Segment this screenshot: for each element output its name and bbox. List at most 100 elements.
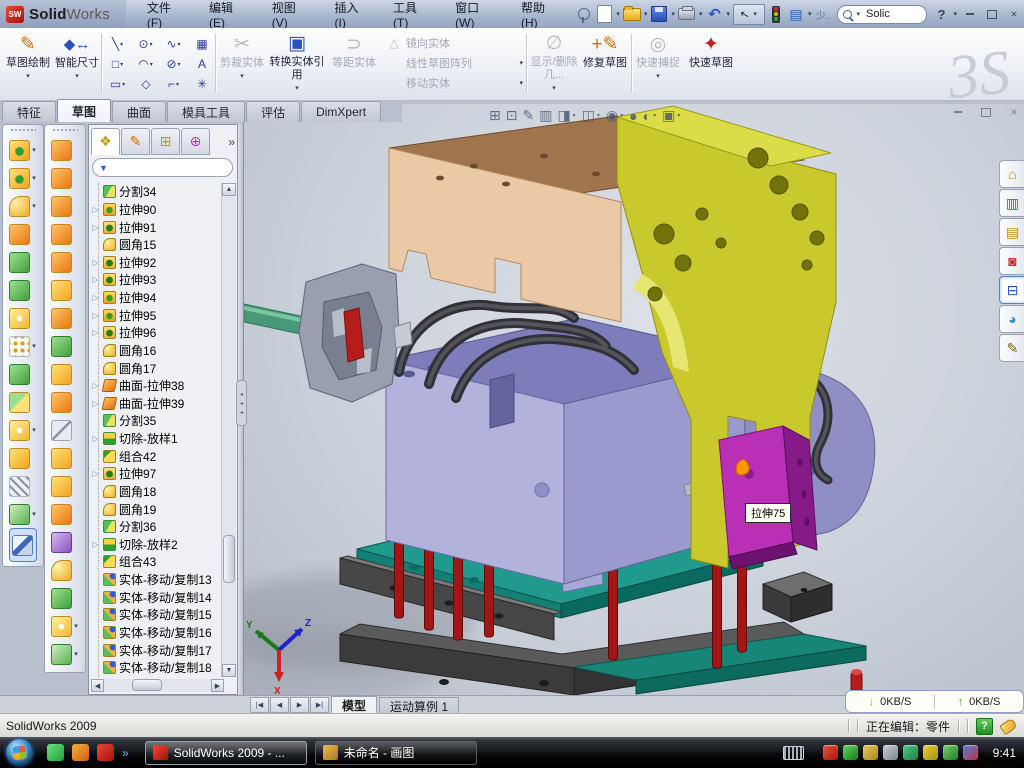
search-box[interactable]: ▾	[837, 5, 927, 24]
network-warning-icon[interactable]	[923, 745, 938, 760]
solidworks-quicklaunch-icon[interactable]	[97, 744, 114, 761]
fillet-icon[interactable]: ▾	[9, 192, 37, 220]
mirror-entities-button[interactable]: △镜向实体	[386, 33, 524, 53]
revolved-surface-icon[interactable]: ▾	[51, 164, 79, 192]
print-icon[interactable]	[678, 5, 696, 23]
expander-icon[interactable]: ▷	[91, 293, 100, 302]
doc-close-button[interactable]: ×	[1004, 104, 1024, 120]
tree-item[interactable]: ▷ 拉伸91	[91, 218, 223, 236]
selection-box-icon[interactable]: ▦▾	[188, 34, 216, 54]
tree-item[interactable]: ▷ 实体-移动/复制16	[91, 624, 223, 642]
taskbar-task-button[interactable]: 未命名 - 画图	[315, 741, 477, 765]
rapid-sketch-button[interactable]: ✦ 快速草图	[686, 31, 736, 95]
trim-entities-button[interactable]: ✂ 剪裁实体▾	[219, 31, 265, 95]
graphics-area[interactable]: Y Z X ⊞▾⊡▾✎▾▥▾◨▾◫▾◉▾●▾◐▾▣▾ ⌂▥▤◙⊟◕✎ 拉伸75	[243, 104, 1024, 695]
extruded-cut-icon[interactable]: ▾	[9, 164, 37, 192]
doc-minimize-button[interactable]	[948, 104, 968, 120]
extruded-boss-icon[interactable]: ▾	[9, 136, 37, 164]
scroll-up-icon[interactable]: ▲	[222, 183, 236, 196]
repair-sketch-button[interactable]: +✎ 修复草图	[582, 31, 628, 95]
tree-item[interactable]: ▷ 曲面-拉伸38	[91, 377, 223, 395]
display-delete-relations-button[interactable]: ∅ 显示/删除几...▾	[529, 31, 579, 95]
document-tab[interactable]: 模型	[331, 696, 377, 714]
polygon-icon[interactable]: ◇▾	[132, 74, 160, 94]
media-icon[interactable]	[72, 744, 89, 761]
rib-icon[interactable]: ▾	[9, 220, 37, 248]
toolbar-grip[interactable]	[52, 128, 78, 133]
cylinder-surface-icon[interactable]: ▾	[51, 584, 79, 612]
open-file-icon[interactable]	[623, 5, 641, 23]
annotations-icon[interactable]: ▣▾	[662, 107, 681, 124]
expander-icon[interactable]: ▷	[91, 205, 100, 214]
defender-icon[interactable]	[943, 745, 958, 760]
quick-snaps-button[interactable]: ◎ 快速捕捉▾	[634, 31, 682, 95]
options-icon[interactable]: ▤	[787, 5, 805, 23]
quick-launch-overflow[interactable]: »	[122, 746, 129, 760]
appearances-scenes-icon[interactable]: ◕	[999, 305, 1024, 333]
input-method-icon[interactable]	[783, 746, 804, 760]
ribbon-tab[interactable]: DimXpert	[301, 101, 381, 122]
file-explorer-icon[interactable]: ▤	[999, 218, 1024, 246]
ribbon-tab[interactable]: 曲面	[112, 101, 166, 122]
shell-icon[interactable]: ▾	[9, 248, 37, 276]
section-view-icon[interactable]: ▥▾	[539, 107, 552, 124]
circle-icon[interactable]: ⊙▾	[132, 34, 160, 54]
signal-icon[interactable]	[903, 745, 918, 760]
expander-icon[interactable]: ▷	[91, 275, 100, 284]
home-icon[interactable]: ⌂	[999, 160, 1024, 188]
reference-geometry-icon[interactable]: ▾	[9, 416, 37, 444]
minimize-button[interactable]	[960, 6, 980, 22]
tree-item[interactable]: ▷ 实体-移动/复制15	[91, 606, 223, 624]
volume-icon[interactable]	[883, 745, 898, 760]
tree-item[interactable]: ▷ 分割35	[91, 412, 223, 430]
tree-item[interactable]: ▷ 拉伸95	[91, 306, 223, 324]
tree-item[interactable]: ▷ 组合42	[91, 447, 223, 465]
antivirus-icon[interactable]	[823, 745, 838, 760]
rectangle-icon[interactable]: □▾	[104, 54, 132, 74]
solidworks-resources-icon[interactable]: ◙	[999, 247, 1024, 275]
restore-button[interactable]	[982, 6, 1002, 22]
prev-tab-button[interactable]: ◀	[270, 697, 289, 713]
badge-icon[interactable]	[863, 745, 878, 760]
first-tab-button[interactable]: |◀	[250, 697, 269, 713]
curves-icon[interactable]: ▾	[51, 640, 79, 668]
lofted-surface-icon[interactable]: ▾	[51, 192, 79, 220]
view-palette-icon[interactable]: ⊟	[999, 276, 1024, 304]
help-icon[interactable]: ?	[932, 5, 950, 23]
curves-icon[interactable]: ▾	[9, 500, 37, 528]
pan-icon[interactable]: ✎▾	[522, 107, 534, 124]
smart-dimension-button[interactable]: ◆↔ 智能尺寸▾	[54, 31, 100, 95]
instant3d-icon[interactable]: ▾	[9, 528, 37, 562]
curve-through-points-icon[interactable]: ▾	[9, 472, 37, 500]
tree-item[interactable]: ▷ 圆角15	[91, 236, 223, 254]
ellipse-icon[interactable]: ⊘▾	[160, 54, 188, 74]
hscroll-thumb[interactable]	[132, 679, 162, 691]
pin-icon[interactable]	[575, 5, 593, 23]
tree-item[interactable]: ▷ 分割34	[91, 183, 223, 201]
filter-input[interactable]	[112, 161, 226, 175]
tree-item[interactable]: ▷ 实体-移动/复制17	[91, 641, 223, 659]
select-tool[interactable]: ↖▾	[733, 4, 765, 25]
scroll-right-icon[interactable]: ▶	[211, 679, 224, 692]
arc-icon[interactable]: ◠▾	[132, 54, 160, 74]
menu-item[interactable]: 视图(V)	[259, 0, 322, 28]
trim-surface-icon[interactable]: ▾	[51, 500, 79, 528]
knit-surface-icon[interactable]: ▾	[51, 528, 79, 556]
taskbar-task-button[interactable]: SolidWorks 2009 - ...	[145, 741, 307, 765]
tabs-overflow-button[interactable]: »	[228, 128, 235, 155]
thicken-icon[interactable]: ▾	[51, 360, 79, 388]
move-body-icon[interactable]: ▾	[9, 388, 37, 416]
menu-item[interactable]: 窗口(W)	[442, 0, 508, 28]
tree-horizontal-scrollbar[interactable]: ◀ ▶	[91, 679, 224, 692]
custom-properties-icon[interactable]: ✎	[999, 334, 1024, 362]
ruled-surface-icon[interactable]: ▾	[51, 332, 79, 360]
menu-item[interactable]: 编辑(E)	[196, 0, 259, 28]
hide-show-items-icon[interactable]: ◉▾	[606, 107, 624, 124]
view-orientation-icon[interactable]: ◨▾	[557, 107, 576, 124]
menu-item[interactable]: 工具(T)	[380, 0, 442, 28]
text-icon[interactable]: A▾	[188, 54, 216, 74]
linear-pattern-button[interactable]: 线性草图阵列▾	[386, 53, 524, 73]
tree-item[interactable]: ▷ 拉伸90	[91, 201, 223, 219]
spline-icon[interactable]: ∿▾	[160, 34, 188, 54]
point-icon[interactable]: ✳▾	[188, 74, 216, 94]
